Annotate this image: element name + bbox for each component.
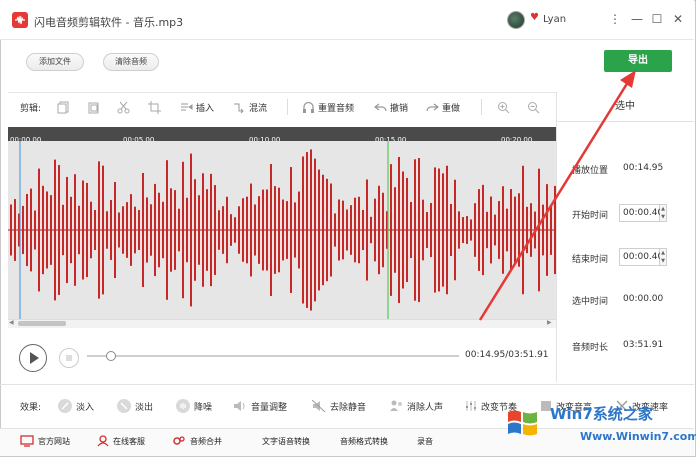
windows-logo-icon [508,410,537,436]
watermark-url: Www.Winwin7.com [580,430,696,443]
watermark-brand: Win7系统之家 [550,405,653,423]
annotation-arrow [478,70,636,321]
